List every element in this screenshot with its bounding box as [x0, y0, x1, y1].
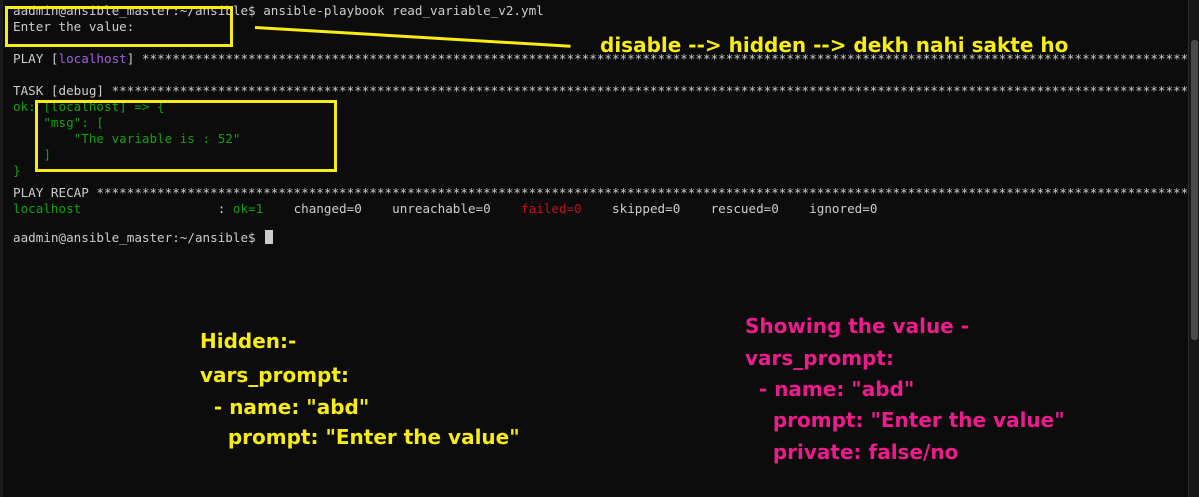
vertical-scrollbar[interactable]	[1188, 0, 1199, 497]
text-cursor	[265, 230, 274, 244]
highlight-box-prompt	[5, 6, 233, 47]
hidden-line-3: prompt: "Enter the value"	[200, 425, 520, 449]
window-frame	[0, 0, 3, 497]
recap-host: localhost	[13, 201, 218, 216]
brace-close-line: }	[13, 163, 21, 178]
play-prefix: PLAY [	[13, 51, 59, 66]
show-line-1: vars_prompt:	[745, 346, 894, 370]
annotation-top-note: disable --> hidden --> dekh nahi sakte h…	[600, 33, 1069, 57]
recap-failed: failed=0	[521, 201, 582, 216]
show-line-2: - name: "abd"	[745, 377, 915, 401]
recap-separator: :	[217, 201, 233, 216]
terminal-window[interactable]: aadmin@ansible_master:~/ansible$ ansible…	[0, 0, 1188, 497]
recap-rest: skipped=0 rescued=0 ignored=0	[581, 201, 878, 216]
hidden-line-2: - name: "abd"	[200, 395, 370, 419]
scrollbar-thumb[interactable]	[1191, 40, 1198, 340]
show-title: Showing the value -	[745, 314, 970, 338]
recap-changed: changed=0 unreachable=0	[263, 201, 522, 216]
show-line-3: prompt: "Enter the value"	[745, 408, 1065, 432]
play-host: localhost	[58, 51, 127, 66]
play-recap-header: PLAY RECAP *****************************…	[13, 185, 1188, 200]
annotation-arrow	[254, 26, 571, 48]
shell-prompt: aadmin@ansible_master:~/ansible$	[13, 230, 264, 245]
show-line-4: private: false/no	[745, 440, 959, 464]
highlight-box-msg	[35, 100, 337, 172]
hidden-title: Hidden:-	[200, 329, 297, 353]
final-prompt-line[interactable]: aadmin@ansible_master:~/ansible$	[13, 230, 274, 246]
recap-ok: ok=1	[232, 201, 264, 216]
recap-row: localhost : ok=1 changed=0 unreachable=0…	[13, 201, 877, 217]
task-header: TASK [debug] ***************************…	[13, 83, 1188, 98]
hidden-line-1: vars_prompt:	[200, 363, 349, 387]
command-text: ansible-playbook read_variable_v2.yml	[255, 3, 544, 18]
